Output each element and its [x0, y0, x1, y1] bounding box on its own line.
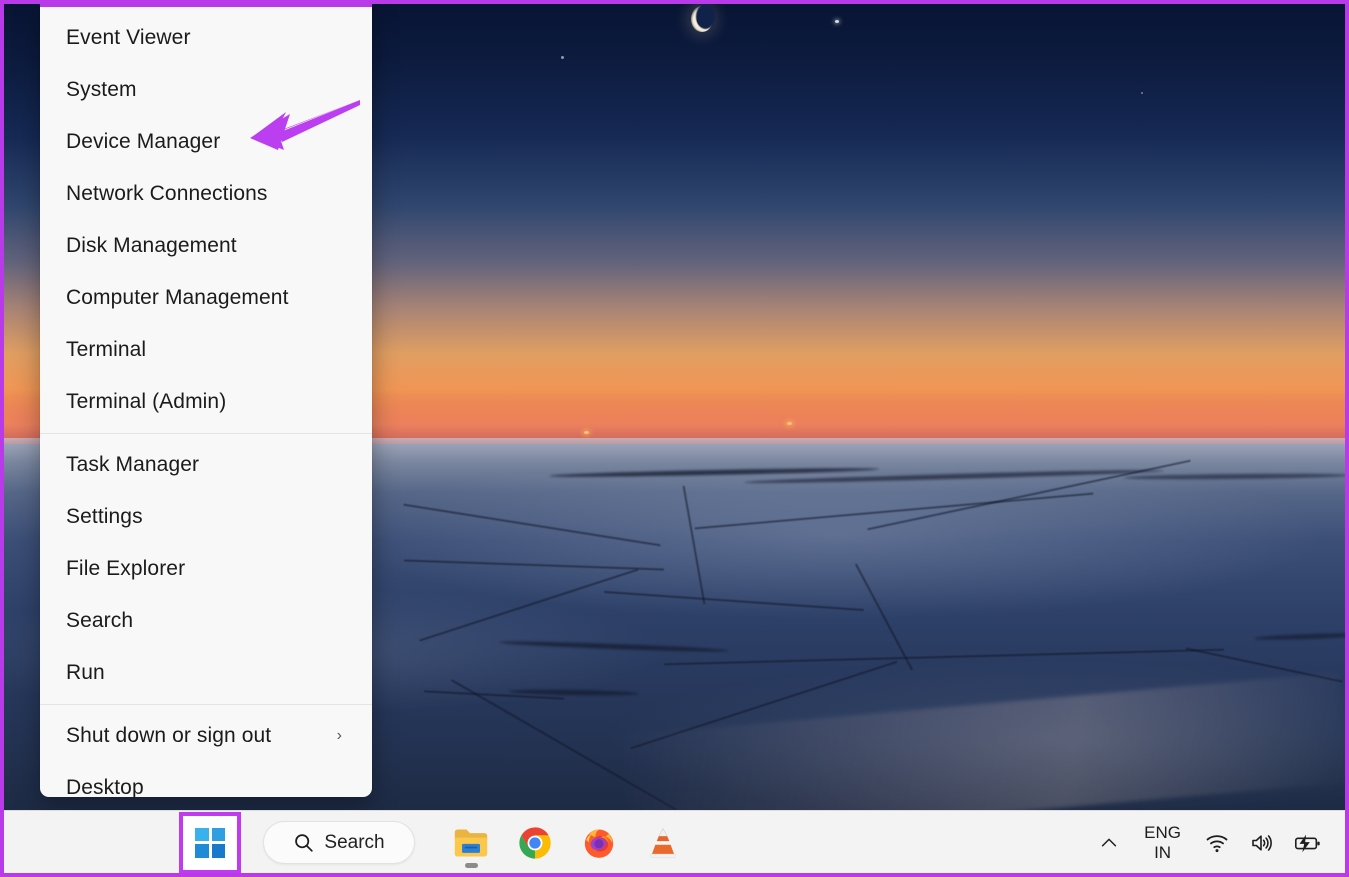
network-button[interactable] — [1195, 819, 1239, 867]
menu-item-label: Run — [66, 661, 105, 684]
menu-item-label: Disk Management — [66, 234, 237, 257]
menu-item-label: File Explorer — [66, 557, 186, 580]
menu-item-event-viewer[interactable]: Event Viewer — [40, 12, 372, 64]
menu-item-settings[interactable]: Settings — [40, 491, 372, 543]
menu-item-label: System — [66, 78, 137, 101]
menu-item-run[interactable]: Run — [40, 647, 372, 699]
crescent-moon-icon — [691, 6, 713, 32]
menu-item-task-manager[interactable]: Task Manager — [40, 439, 372, 491]
taskbar-app-file-explorer[interactable] — [445, 814, 497, 872]
menu-item-terminal-admin[interactable]: Terminal (Admin) — [40, 376, 372, 428]
windows-logo-icon — [195, 827, 225, 858]
menu-item-label: Task Manager — [66, 453, 200, 476]
vlc-cone-icon — [650, 827, 676, 858]
menu-group-power: Shut down or sign out › Desktop — [40, 705, 372, 797]
taskbar[interactable]: Search ENG IN — [4, 810, 1345, 873]
star — [561, 56, 564, 59]
distant-light — [584, 431, 589, 434]
menu-item-desktop[interactable]: Desktop — [40, 762, 372, 797]
volume-button[interactable] — [1239, 819, 1283, 867]
taskbar-app-firefox[interactable] — [573, 814, 625, 872]
menu-item-label: Event Viewer — [66, 26, 191, 49]
menu-group-system: Event Viewer System Device Manager Netwo… — [40, 7, 372, 433]
star — [1141, 92, 1143, 94]
app-running-indicator — [464, 862, 478, 868]
menu-item-disk-management[interactable]: Disk Management — [40, 220, 372, 272]
menu-item-file-explorer[interactable]: File Explorer — [40, 543, 372, 595]
tray-overflow-button[interactable] — [1088, 819, 1130, 867]
star — [835, 20, 839, 23]
battery-charging-icon — [1295, 834, 1320, 852]
menu-item-label: Search — [66, 609, 134, 632]
menu-item-label: Terminal (Admin) — [66, 390, 227, 413]
speaker-icon — [1252, 834, 1272, 851]
menu-item-device-manager[interactable]: Device Manager — [40, 116, 372, 168]
distant-light — [787, 422, 792, 425]
search-icon — [295, 834, 314, 852]
menu-item-search[interactable]: Search — [40, 595, 372, 647]
taskbar-app-chrome[interactable] — [509, 814, 561, 872]
wifi-icon — [1206, 834, 1228, 852]
language-indicator[interactable]: ENG IN — [1130, 819, 1195, 867]
language-line1: ENG — [1144, 823, 1181, 843]
chevron-right-icon: › — [336, 727, 342, 744]
chevron-up-icon — [1102, 838, 1117, 846]
firefox-icon — [584, 828, 614, 858]
menu-item-system[interactable]: System — [40, 64, 372, 116]
start-button[interactable] — [179, 811, 241, 873]
battery-button[interactable] — [1283, 819, 1331, 867]
menu-item-network-connections[interactable]: Network Connections — [40, 168, 372, 220]
taskbar-center-group: Search — [179, 811, 689, 873]
menu-item-computer-management[interactable]: Computer Management — [40, 272, 372, 324]
taskbar-search-box[interactable]: Search — [263, 821, 415, 864]
file-explorer-icon — [454, 829, 488, 856]
menu-item-terminal[interactable]: Terminal — [40, 324, 372, 376]
screen-root: Event Viewer System Device Manager Netwo… — [0, 0, 1349, 877]
menu-item-shut-down-or-sign-out[interactable]: Shut down or sign out › — [40, 710, 372, 762]
menu-item-label: Computer Management — [66, 286, 289, 309]
menu-item-label: Device Manager — [66, 130, 221, 153]
taskbar-app-vlc[interactable] — [637, 814, 689, 872]
menu-item-label: Network Connections — [66, 182, 268, 205]
menu-item-label: Shut down or sign out — [66, 724, 272, 747]
menu-item-label: Settings — [66, 505, 143, 528]
menu-group-tools: Task Manager Settings File Explorer Sear… — [40, 434, 372, 704]
chrome-icon — [519, 826, 551, 859]
menu-item-label: Desktop — [66, 776, 144, 797]
system-tray: ENG IN — [1088, 811, 1331, 873]
language-line2: IN — [1154, 842, 1172, 862]
menu-item-label: Terminal — [66, 338, 147, 361]
search-label: Search — [324, 831, 385, 853]
winx-context-menu[interactable]: Event Viewer System Device Manager Netwo… — [40, 4, 372, 797]
